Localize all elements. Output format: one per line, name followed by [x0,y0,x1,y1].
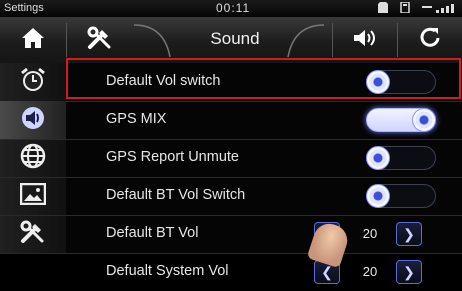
gps-mix-toggle[interactable] [366,108,436,132]
setting-label: Default BT Vol [106,225,199,241]
default-vol-switch-toggle[interactable] [366,70,436,94]
toggle-knob [412,108,436,132]
sidebar [0,63,66,254]
toggle-knob [366,146,390,170]
status-clock: 00:11 [216,1,251,15]
picture-icon [19,182,47,210]
sidebar-item-navigation[interactable] [0,139,66,178]
sidebar-item-display[interactable] [0,177,66,216]
bt-vol-value: 20 [362,226,378,241]
page-title: Sound [210,29,260,48]
sd-card-icon [378,2,388,16]
setting-label: Default BT Vol Switch [106,187,246,203]
usb-icon [400,1,410,16]
setting-row-default-bt-vol-switch: Default BT Vol Switch [66,177,462,216]
globe-icon [20,143,46,174]
setting-row-default-vol-switch: Default Vol switch [66,63,462,102]
tools-tab-button[interactable] [67,17,133,63]
increase-button[interactable]: ❯ [396,222,422,246]
setting-label: GPS Report Unmute [106,149,239,165]
setting-label: Defualt System Vol [106,263,229,279]
sound-tab-button[interactable] [333,17,397,63]
alarm-clock-icon [19,67,47,98]
setting-label: Default Vol switch [106,73,221,89]
signal-icon [422,2,458,16]
sidebar-item-clock[interactable] [0,63,66,102]
speaker-icon [18,106,48,135]
speaker-icon [352,28,378,53]
setting-row-default-bt-vol: Default BT Vol ❮ 20 ❯ [66,215,462,254]
toggle-knob [366,184,390,208]
refresh-icon [419,27,441,54]
setting-label: GPS MIX [106,111,167,127]
home-icon [21,27,45,54]
system-vol-value: 20 [362,264,378,279]
tools-icon [20,220,46,249]
home-button[interactable] [0,17,66,63]
sidebar-item-sound[interactable] [0,101,66,140]
status-title: Settings [4,2,44,14]
setting-row-gps-report-unmute: GPS Report Unmute [66,139,462,178]
tools-icon [87,26,113,55]
status-bar: Settings 00:11 [0,0,462,17]
chevron-right-icon: ❯ [403,225,415,242]
increase-button[interactable]: ❯ [396,260,422,284]
setting-row-gps-mix: GPS MIX [66,101,462,140]
refresh-button[interactable] [398,17,462,63]
top-nav: Sound [0,17,462,64]
gps-report-unmute-toggle[interactable] [366,146,436,170]
toggle-knob [366,70,390,94]
chevron-right-icon: ❯ [403,263,415,280]
setting-row-default-system-vol: Defualt System Vol ❮ 20 ❯ [66,253,462,291]
settings-list: Default Vol switch GPS MIX GPS Report Un… [66,63,462,284]
chevron-left-icon: ❮ [321,263,333,280]
sidebar-item-tools[interactable] [0,215,66,254]
default-bt-vol-switch-toggle[interactable] [366,184,436,208]
